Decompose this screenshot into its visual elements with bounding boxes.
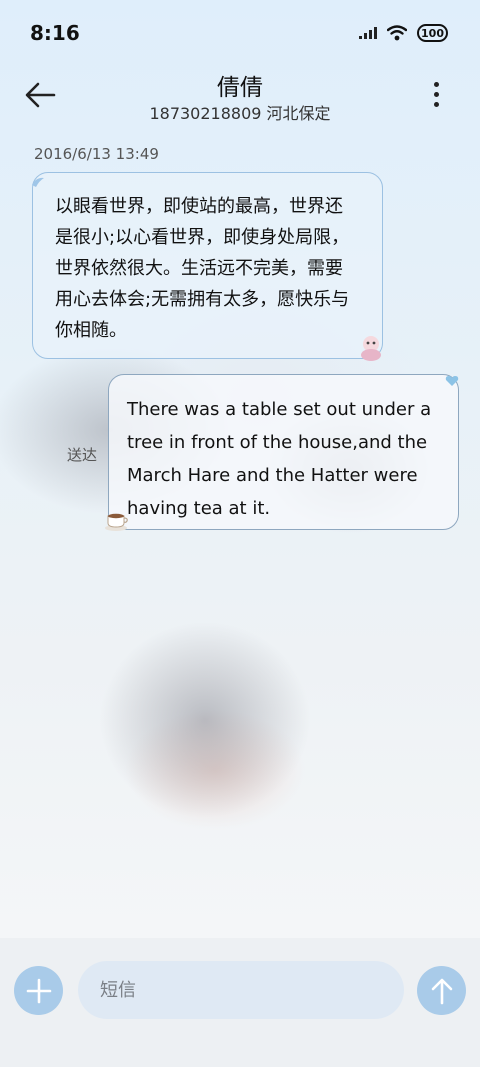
bubble-corner-decoration-icon	[32, 177, 44, 187]
conversation-header: 倩倩 18730218809 河北保定	[0, 66, 480, 130]
message-composer	[0, 938, 480, 1067]
message-timestamp: 2016/6/13 13:49	[34, 145, 159, 163]
incoming-message-text: 以眼看世界，即使站的最高，世界还是很小;以心看世界，即使身处局限，世界依然很大。…	[55, 196, 350, 341]
send-button[interactable]	[417, 966, 466, 1015]
contact-name: 倩倩	[217, 75, 263, 101]
outgoing-message-bubble[interactable]: There was a table set out under a tree i…	[108, 374, 459, 530]
incoming-message-bubble[interactable]: 以眼看世界，即使站的最高，世界还是很小;以心看世界，即使身处局限，世界依然很大。…	[32, 172, 383, 359]
signal-icon	[359, 27, 378, 39]
status-time: 8:16	[30, 21, 80, 45]
outgoing-message-text: There was a table set out under a tree i…	[127, 399, 432, 519]
status-bar: 8:16 100	[0, 0, 480, 66]
contact-number-location: 18730218809 河北保定	[149, 104, 331, 123]
battery-icon: 100	[417, 24, 448, 42]
plus-icon	[26, 978, 51, 1003]
delivery-status: 送达	[67, 446, 98, 464]
heart-decoration-icon	[445, 376, 459, 386]
more-options-icon[interactable]	[434, 82, 440, 108]
status-icons: 100	[359, 24, 448, 42]
coffee-cup-icon	[105, 513, 128, 531]
send-arrow-icon	[431, 978, 452, 1004]
add-attachment-button[interactable]	[14, 966, 63, 1015]
message-input[interactable]	[78, 961, 404, 1019]
sticker-doll-icon	[361, 336, 381, 361]
wifi-icon	[387, 25, 408, 41]
